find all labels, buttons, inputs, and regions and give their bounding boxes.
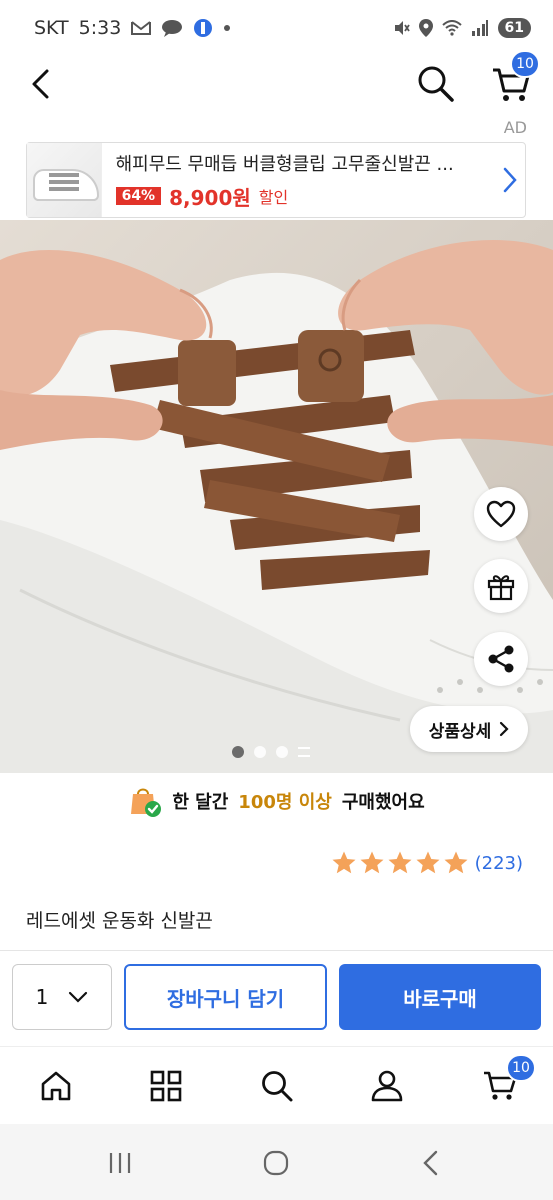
back-button[interactable] — [20, 64, 60, 104]
chevron-right-icon — [500, 721, 509, 737]
back-chevron-icon — [423, 1150, 438, 1176]
heart-icon — [486, 500, 516, 528]
mute-icon — [394, 21, 410, 35]
home-circle-icon — [263, 1150, 289, 1176]
quantity-value: 1 — [35, 985, 49, 1009]
star-icon — [388, 851, 412, 874]
ad-price-row: 64% 8,900원 할인 — [115, 182, 496, 211]
ad-price: 8,900원 — [169, 185, 251, 210]
nav-search[interactable] — [253, 1062, 301, 1110]
nav-category[interactable] — [142, 1062, 190, 1110]
notice-highlight: 100명 이상 — [238, 792, 332, 813]
nav-cart-badge: 10 — [506, 1054, 536, 1082]
signal-icon — [471, 20, 488, 36]
gift-icon — [487, 575, 515, 601]
nav-cart[interactable]: 10 — [476, 1054, 536, 1110]
search-icon — [262, 1071, 293, 1102]
chevron-left-icon — [32, 69, 49, 99]
talk-icon — [162, 20, 183, 37]
recent-apps-icon — [109, 1153, 131, 1173]
chevron-down-icon — [69, 991, 88, 1003]
grid-icon — [150, 1070, 182, 1102]
star-icon — [360, 851, 384, 874]
notice-prefix: 한 달간 — [172, 792, 229, 813]
pagination-dot[interactable] — [254, 746, 266, 758]
ad-title: 해피무드 무매듭 버클형클립 고무줄신발끈 ... — [115, 153, 454, 175]
back-system-button[interactable] — [410, 1146, 450, 1180]
gift-button[interactable] — [474, 559, 528, 613]
pagination-dot-active[interactable] — [232, 746, 244, 758]
home-icon — [41, 1071, 71, 1101]
pagination-dot[interactable] — [276, 746, 288, 758]
image-pagination — [232, 746, 310, 758]
share-button[interactable] — [474, 632, 528, 686]
product-detail-button[interactable]: 상품상세 — [410, 706, 528, 752]
status-left: SKT 5:33 — [34, 17, 231, 39]
rating-stars — [331, 850, 469, 876]
gmail-icon — [131, 21, 152, 35]
search-icon — [418, 66, 454, 102]
quantity-select[interactable]: 1 — [12, 964, 112, 1030]
ad-discount-badge: 64% — [115, 187, 162, 205]
ad-arrow — [496, 167, 525, 193]
nav-home[interactable] — [32, 1062, 80, 1110]
product-detail-label: 상품상세 — [428, 721, 492, 742]
star-icon — [332, 851, 356, 874]
product-photo — [0, 220, 553, 773]
app-header: 10 — [0, 50, 553, 112]
rating[interactable]: (223) — [331, 850, 523, 876]
ad-banner[interactable]: 해피무드 무매듭 버클형클립 고무줄신발끈 ... 64% 8,900원 할인 — [26, 142, 526, 218]
product-image[interactable] — [0, 220, 553, 773]
user-icon — [371, 1070, 403, 1102]
recent-apps-button[interactable] — [100, 1146, 140, 1180]
buy-now-button[interactable]: 바로구매 — [339, 964, 541, 1030]
star-icon — [444, 851, 468, 874]
status-bar: SKT 5:33 61 — [0, 0, 553, 56]
wifi-icon — [441, 20, 462, 36]
purchase-notice: 한 달간 100명 이상 구매했어요 — [0, 778, 553, 824]
location-icon — [418, 19, 433, 37]
nav-my-page[interactable] — [363, 1062, 411, 1110]
shopping-bag-check-icon — [131, 788, 162, 817]
battery-level: 61 — [497, 18, 531, 38]
chevron-right-icon — [504, 167, 517, 193]
ad-thumbnail — [27, 143, 102, 217]
pagination-more-icon — [298, 747, 310, 757]
clock: 5:33 — [78, 17, 122, 39]
review-count[interactable]: (223) — [475, 853, 523, 874]
search-button[interactable] — [414, 62, 458, 106]
wishlist-button[interactable] — [474, 487, 528, 541]
star-icon — [416, 851, 440, 874]
home-system-button[interactable] — [256, 1146, 296, 1180]
divider — [0, 1046, 553, 1047]
status-right: 61 — [392, 18, 531, 38]
ad-label: AD — [503, 118, 527, 137]
cart-count-badge: 10 — [510, 50, 540, 78]
system-nav — [0, 1124, 553, 1200]
bottom-nav: 10 — [0, 1048, 553, 1124]
ad-lace-shape — [49, 173, 79, 177]
notice-suffix: 구매했어요 — [341, 792, 425, 813]
app-icon — [194, 19, 213, 37]
cart-button[interactable]: 10 — [488, 50, 540, 108]
ad-sale-label: 할인 — [258, 188, 289, 207]
ad-text: 해피무드 무매듭 버클형클립 고무줄신발끈 ... 64% 8,900원 할인 — [102, 150, 496, 211]
more-notifications-icon — [224, 25, 231, 31]
share-icon — [488, 645, 514, 673]
carrier: SKT — [34, 17, 69, 39]
product-name: 레드에셋 운동화 신발끈 — [26, 910, 213, 932]
add-to-cart-button[interactable]: 장바구니 담기 — [124, 964, 327, 1030]
divider — [0, 950, 553, 951]
